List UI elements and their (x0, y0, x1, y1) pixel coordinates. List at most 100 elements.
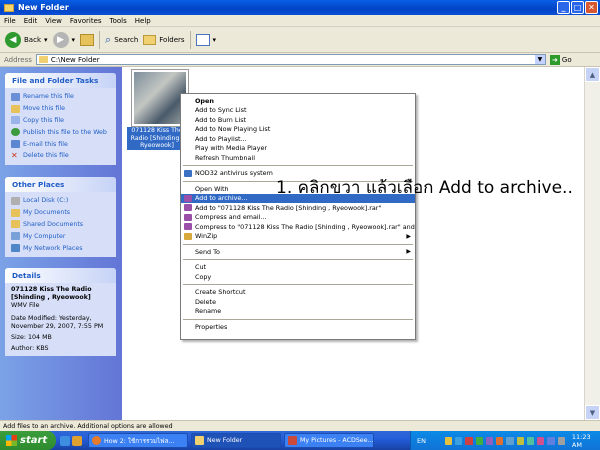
menu-favorites[interactable]: Favorites (70, 17, 102, 25)
task-move[interactable]: Move this file (11, 103, 110, 115)
place-my-documents[interactable]: My Documents (11, 207, 110, 219)
menu-item-compress-rar-email[interactable]: Compress to "071128 Kiss The Radio [Shin… (181, 222, 415, 232)
search-button[interactable]: ⌕ Search (105, 33, 138, 47)
toolbar: ◀ Back ▾ ▶ ▾ ⌕ Search Folders ▾ (0, 27, 600, 53)
clock[interactable]: 11:23 AM (572, 433, 600, 449)
file-folder-tasks-panel: File and Folder Tasks Rename this file M… (5, 73, 116, 165)
place-my-network[interactable]: My Network Places (11, 242, 110, 254)
panel-header[interactable]: Details (5, 268, 116, 283)
menu-item-properties[interactable]: Properties (181, 322, 415, 332)
back-arrow-icon: ◀ (5, 31, 21, 48)
vertical-scrollbar[interactable]: ▲ ▼ (584, 67, 600, 420)
menu-item-label: Refresh Thumbnail (195, 153, 255, 162)
file-label[interactable]: 071128 Kiss The Radio [Shinding , Ryeowo… (127, 127, 187, 150)
globe-icon (11, 128, 20, 137)
menu-item-compress-email[interactable]: Compress and email... (181, 213, 415, 223)
menu-item-rename[interactable]: Rename (181, 307, 415, 317)
network-icon[interactable] (547, 436, 555, 445)
rename-icon (11, 92, 20, 101)
tray-icon[interactable] (496, 436, 504, 445)
delete-icon: ✕ (11, 150, 18, 160)
tray-icon[interactable] (475, 436, 483, 445)
task-copy[interactable]: Copy this file (11, 115, 110, 127)
close-button[interactable]: ✕ (585, 1, 598, 14)
tray-icon[interactable] (485, 436, 494, 445)
views-button[interactable]: ▾ (195, 33, 216, 46)
menu-file[interactable]: File (4, 17, 16, 25)
menu-help[interactable]: Help (135, 17, 151, 25)
panel-title: File and Folder Tasks (12, 76, 99, 85)
menu-item-label: Play with Media Player (195, 144, 268, 153)
maximize-button[interactable]: □ (571, 1, 584, 14)
toolbar-separator (99, 30, 101, 49)
menu-item-send-to[interactable]: Send To ▶ (181, 247, 415, 257)
winrar-icon (184, 213, 192, 221)
go-button[interactable]: ➜ Go (549, 54, 572, 65)
menu-item-create-shortcut[interactable]: Create Shortcut (181, 288, 415, 298)
menu-item-cut[interactable]: Cut (181, 263, 415, 273)
address-label: Address (4, 55, 32, 64)
menu-item-refresh-thumbnail[interactable]: Refresh Thumbnail (181, 153, 415, 163)
menu-item-add-to-rar[interactable]: Add to "071128 Kiss The Radio [Shinding … (181, 203, 415, 213)
folder-icon (4, 3, 14, 12)
folders-button[interactable]: Folders (143, 34, 185, 45)
scroll-down-icon[interactable]: ▼ (585, 405, 600, 420)
menu-item-copy[interactable]: Copy (181, 272, 415, 282)
address-bar: Address C:\New Folder ▼ ➜ Go (0, 53, 600, 67)
forward-button[interactable]: ▶ ▾ (52, 31, 75, 48)
place-shared-documents[interactable]: Shared Documents (11, 219, 110, 231)
windows-logo-icon (6, 435, 17, 446)
taskbar-item-acdsee[interactable]: My Pictures - ACDSee... (284, 433, 374, 448)
details-panel: Details 071128 Kiss The Radio [Shinding … (5, 268, 116, 356)
go-label: Go (561, 55, 572, 64)
taskbar-item-firefox[interactable]: How 2: ใช้การรวมไฟล... (88, 433, 188, 448)
copy-icon (11, 116, 20, 125)
place-my-computer[interactable]: My Computer (11, 230, 110, 242)
chevron-down-icon[interactable]: ▼ (534, 55, 545, 64)
back-button[interactable]: ◀ Back ▾ (5, 31, 48, 48)
menu-item-label: Delete (195, 297, 216, 306)
panel-header[interactable]: Other Places (5, 177, 116, 192)
menu-edit[interactable]: Edit (24, 17, 38, 25)
firefox-icon[interactable] (72, 435, 82, 446)
menu-view[interactable]: View (45, 17, 62, 25)
taskbar-item-new-folder[interactable]: New Folder (191, 433, 281, 448)
task-email[interactable]: E-mail this file (11, 138, 110, 150)
ie-icon[interactable] (60, 435, 70, 446)
winrar-icon (184, 194, 192, 202)
menu-item-sync[interactable]: Add to Sync List (181, 106, 415, 116)
volume-icon[interactable] (506, 436, 514, 445)
panel-header[interactable]: File and Folder Tasks (5, 73, 116, 88)
menu-item-label: Compress and email... (195, 213, 267, 222)
start-button[interactable]: start (0, 431, 56, 450)
task-delete[interactable]: ✕ Delete this file (11, 150, 110, 162)
menu-item-open[interactable]: Open (181, 96, 415, 106)
tray-icon[interactable] (454, 436, 463, 445)
menu-item-label: Compress to "071128 Kiss The Radio [Shin… (195, 222, 415, 231)
tray-icon[interactable] (465, 436, 473, 445)
menu-item-playlist[interactable]: Add to Playlist... (181, 134, 415, 144)
task-label: Publish this file to the Web (23, 128, 107, 136)
task-rename[interactable]: Rename this file (11, 91, 110, 103)
menu-tools[interactable]: Tools (110, 17, 127, 25)
task-publish[interactable]: Publish this file to the Web (11, 126, 110, 138)
tray-icon[interactable] (526, 436, 535, 445)
minimize-button[interactable]: _ (557, 1, 570, 14)
menu-item-winzip[interactable]: WinZip ▶ (181, 232, 415, 242)
menu-item-burn[interactable]: Add to Burn List (181, 115, 415, 125)
place-local-disk[interactable]: Local Disk (C:) (11, 195, 110, 207)
tray-icon[interactable] (537, 436, 545, 445)
tray-icon[interactable] (516, 436, 524, 445)
tray-icon[interactable] (557, 436, 565, 445)
details-modified: Date Modified: Yesterday, November 29, 2… (11, 315, 104, 330)
folder-icon (38, 56, 48, 63)
scroll-up-icon[interactable]: ▲ (585, 67, 600, 82)
language-indicator[interactable]: EN (417, 437, 426, 445)
tray-icon[interactable] (444, 436, 452, 445)
menu-item-now-playing[interactable]: Add to Now Playing List (181, 125, 415, 135)
menu-item-delete[interactable]: Delete (181, 297, 415, 307)
up-folder-icon[interactable] (80, 33, 95, 46)
status-text: Add files to an archive. Additional opti… (3, 422, 173, 430)
address-input[interactable]: C:\New Folder ▼ (35, 54, 546, 65)
menu-item-play-media[interactable]: Play with Media Player (181, 144, 415, 154)
